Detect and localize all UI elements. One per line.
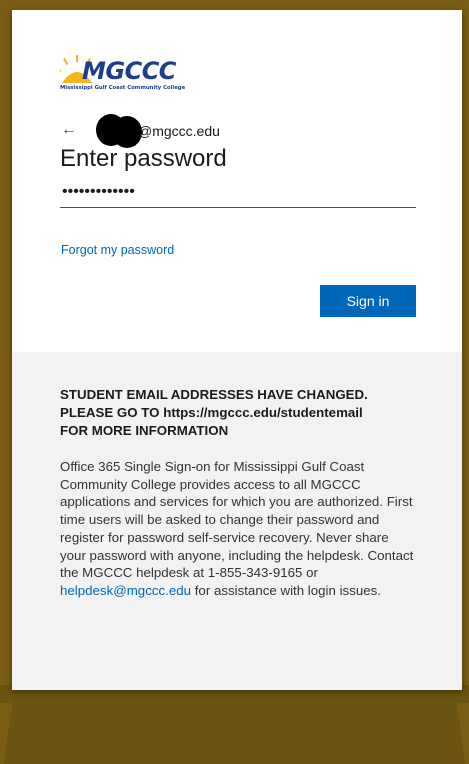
mgccc-logo: MGCCC Mississippi Gulf Coast Community C… — [60, 55, 220, 97]
logo-wordmark: MGCCC — [82, 57, 176, 85]
notice-line-3: FOR MORE INFORMATION — [60, 423, 229, 438]
logo-subtitle: Mississippi Gulf Coast Community College — [60, 85, 186, 91]
sso-description: Office 365 Single Sign-on for Mississipp… — [60, 458, 418, 600]
password-field[interactable] — [60, 177, 416, 208]
helpdesk-email-link[interactable]: helpdesk@mgccc.edu — [60, 583, 191, 598]
redacted-username — [82, 114, 142, 148]
forgot-password-link[interactable]: Forgot my password — [61, 243, 174, 257]
description-text: Office 365 Single Sign-on for Mississipp… — [60, 459, 414, 581]
sign-in-button[interactable]: Sign in — [320, 285, 416, 317]
tenant-info: STUDENT EMAIL ADDRESSES HAVE CHANGED. PL… — [12, 352, 462, 690]
sign-in-form: MGCCC Mississippi Gulf Coast Community C… — [12, 10, 462, 352]
page-title: Enter password — [60, 145, 227, 172]
notice-line-2: PLEASE GO TO https://mgccc.edu/studentem… — [60, 405, 363, 420]
sign-in-card: MGCCC Mississippi Gulf Coast Community C… — [12, 10, 462, 690]
notice-line-1: STUDENT EMAIL ADDRESSES HAVE CHANGED. — [60, 387, 368, 402]
description-text-end: for assistance with login issues. — [194, 582, 381, 598]
email-change-notice: STUDENT EMAIL ADDRESSES HAVE CHANGED. PL… — [60, 386, 420, 440]
back-arrow-icon[interactable]: ← — [61, 121, 77, 139]
identity-email-suffix: @mgccc.edu — [138, 123, 220, 139]
